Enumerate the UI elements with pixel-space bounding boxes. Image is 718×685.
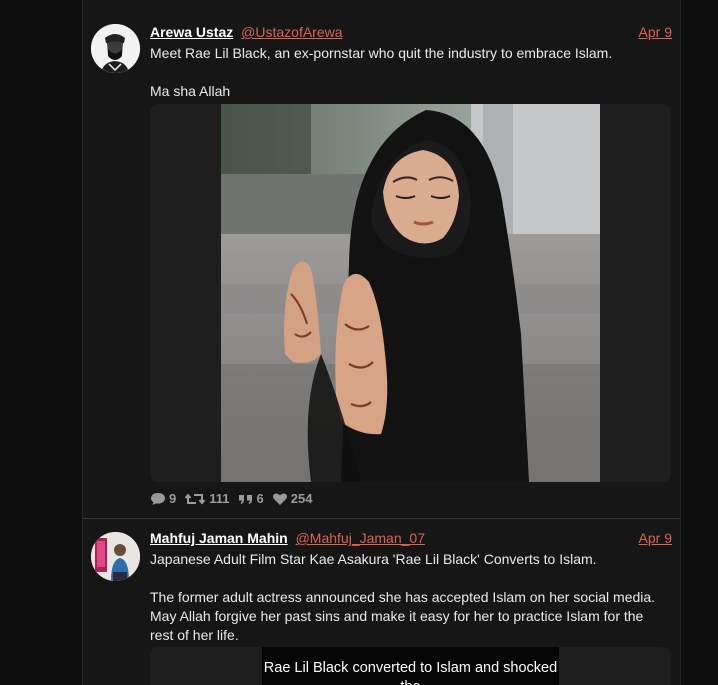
quote-icon xyxy=(238,494,252,504)
post-card: Arewa Ustaz @UstazofArewa Apr 9 Meet Rae… xyxy=(83,13,680,518)
retweet-icon xyxy=(184,492,206,505)
like-count-value: 254 xyxy=(290,491,313,506)
reply-count-value: 9 xyxy=(169,491,177,506)
post-photo[interactable] xyxy=(221,104,600,482)
post-header: Mahfuj Jaman Mahin @Mahfuj_Jaman_07 Apr … xyxy=(150,529,672,547)
post-stats: 9 111 6 254 xyxy=(150,491,312,506)
author-handle[interactable]: @Mahfuj_Jaman_07 xyxy=(296,530,425,546)
post-card: Mahfuj Jaman Mahin @Mahfuj_Jaman_07 Apr … xyxy=(83,519,680,685)
avatar-image xyxy=(91,24,140,73)
post-text: Meet Rae Lil Black, an ex-pornstar who q… xyxy=(150,45,613,99)
post-date[interactable]: Apr 9 xyxy=(639,529,672,547)
avatar[interactable] xyxy=(91,532,140,581)
timeline-feed: Arewa Ustaz @UstazofArewa Apr 9 Meet Rae… xyxy=(82,0,681,685)
author-name[interactable]: Arewa Ustaz xyxy=(150,24,233,40)
post-date[interactable]: Apr 9 xyxy=(639,23,672,41)
quote-count-value: 6 xyxy=(256,491,264,506)
heart-icon xyxy=(272,493,287,505)
embedded-video-card[interactable]: Rae Lil Black converted to Islam and sho… xyxy=(262,647,559,685)
reply-icon xyxy=(151,492,165,505)
avatar[interactable] xyxy=(91,24,140,73)
post-header: Arewa Ustaz @UstazofArewa Apr 9 xyxy=(150,23,672,41)
embedded-video-caption: Rae Lil Black converted to Islam and sho… xyxy=(263,660,558,685)
post-media[interactable] xyxy=(150,104,671,482)
quote-count[interactable]: 6 xyxy=(238,491,264,506)
post-media[interactable]: Rae Lil Black converted to Islam and sho… xyxy=(150,647,671,685)
reply-count[interactable]: 9 xyxy=(150,491,176,506)
retweet-count[interactable]: 111 xyxy=(184,491,230,506)
author-name[interactable]: Mahfuj Jaman Mahin xyxy=(150,530,288,546)
avatar-image xyxy=(91,532,140,581)
retweet-count-value: 111 xyxy=(209,491,230,506)
like-count[interactable]: 254 xyxy=(272,491,313,506)
author-handle[interactable]: @UstazofArewa xyxy=(241,24,342,40)
post-text: Japanese Adult Film Star Kae Asakura 'Ra… xyxy=(150,551,656,643)
